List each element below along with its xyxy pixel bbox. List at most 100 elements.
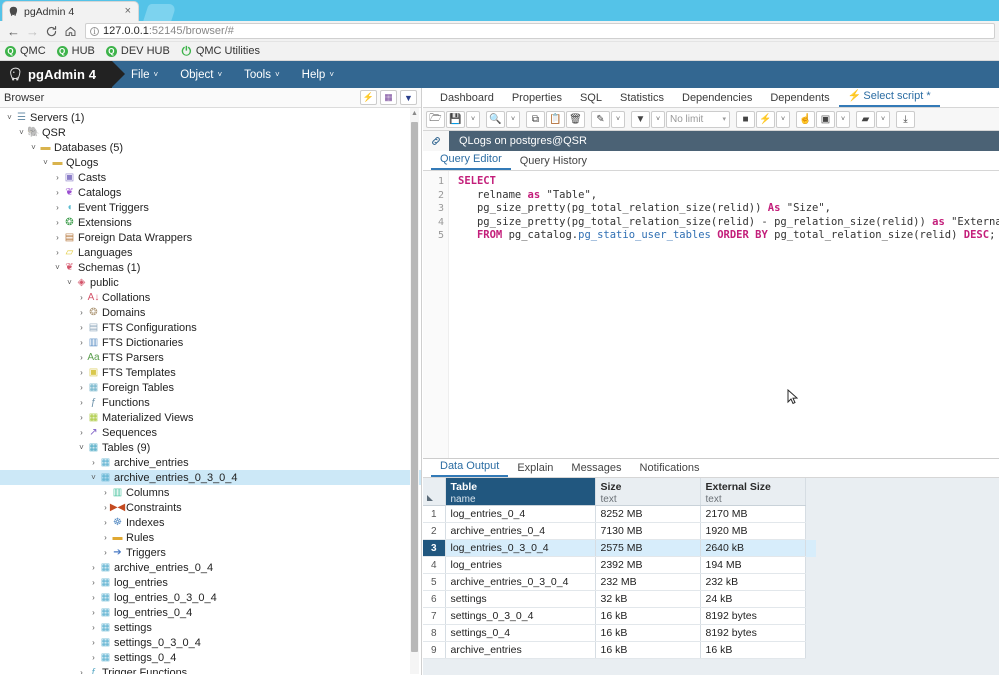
edit-button[interactable]: ✎ — [591, 111, 610, 128]
chevron-right-icon[interactable]: › — [88, 579, 99, 587]
execute-dropdown[interactable]: ˅ — [776, 111, 790, 128]
row-number-cell[interactable]: 6 — [423, 591, 445, 608]
chevron-right-icon[interactable]: › — [100, 519, 111, 527]
cell-table-name[interactable]: archive_entries_0_4 — [445, 523, 595, 540]
cell-external-size[interactable]: 8192 bytes — [700, 625, 805, 642]
menu-file[interactable]: File˅ — [120, 61, 169, 88]
tree-node-collations[interactable]: ›A↓Collations — [0, 290, 421, 305]
cell-table-name[interactable]: log_entries — [445, 557, 595, 574]
chevron-right-icon[interactable]: › — [52, 234, 63, 242]
tree-node-log-entries[interactable]: ›▦log_entries — [0, 575, 421, 590]
stop-button[interactable]: ■ — [736, 111, 755, 128]
edit-dropdown[interactable]: ˅ — [611, 111, 625, 128]
chevron-down-icon[interactable]: ˅ — [52, 264, 63, 272]
table-row[interactable]: 1log_entries_0_48252 MB2170 MB — [423, 506, 816, 523]
chevron-right-icon[interactable]: › — [100, 534, 111, 542]
execute-button[interactable]: ⚡ — [756, 111, 775, 128]
cell-external-size[interactable]: 24 kB — [700, 591, 805, 608]
cell-external-size[interactable]: 16 kB — [700, 642, 805, 659]
line-code[interactable]: relname as "Table", — [449, 189, 597, 203]
output-tab-data-output[interactable]: Data Output — [431, 460, 508, 477]
column-header-size[interactable]: Size text — [595, 478, 700, 506]
output-tab-explain[interactable]: Explain — [508, 462, 562, 477]
tab-select-script[interactable]: ⚡Select script * — [839, 89, 940, 107]
browser-tab-pgadmin[interactable]: pgAdmin 4 × — [2, 1, 139, 21]
cell-table-name[interactable]: settings_0_4 — [445, 625, 595, 642]
explain-button[interactable]: ☝ — [796, 111, 815, 128]
cell-size[interactable]: 7130 MB — [595, 523, 700, 540]
tree-node-materialized-views[interactable]: ›▦Materialized Views — [0, 410, 421, 425]
cell-size[interactable]: 32 kB — [595, 591, 700, 608]
chevron-right-icon[interactable]: › — [52, 219, 63, 227]
column-header-external-size[interactable]: External Size text — [700, 478, 805, 506]
browser-tab-close-icon[interactable]: × — [122, 6, 134, 17]
tree-node-fts-configurations[interactable]: ›▤FTS Configurations — [0, 320, 421, 335]
open-file-button[interactable]: 🗁 — [426, 111, 445, 128]
tree-node-fts-templates[interactable]: ›▣FTS Templates — [0, 365, 421, 380]
tree-node-log-entries-0-4[interactable]: ›▦log_entries_0_4 — [0, 605, 421, 620]
tree-node-columns[interactable]: ›▥Columns — [0, 485, 421, 500]
chevron-right-icon[interactable]: › — [88, 609, 99, 617]
row-number-cell[interactable]: 4 — [423, 557, 445, 574]
tree-node-constraints[interactable]: ›▶◀Constraints — [0, 500, 421, 515]
tree-node-databases-5[interactable]: ˅▬Databases (5) — [0, 140, 421, 155]
chevron-right-icon[interactable]: › — [76, 429, 87, 437]
chevron-down-icon[interactable]: ˅ — [4, 114, 15, 122]
chevron-right-icon[interactable]: › — [76, 669, 87, 675]
filter-button[interactable]: ▼ — [400, 90, 417, 105]
cell-table-name[interactable]: archive_entries — [445, 642, 595, 659]
filter-button[interactable]: ▼ — [631, 111, 650, 128]
forward-icon[interactable]: → — [23, 22, 42, 41]
table-row[interactable]: 7settings_0_3_0_416 kB8192 bytes — [423, 608, 816, 625]
chevron-right-icon[interactable]: › — [100, 489, 111, 497]
tree-node-casts[interactable]: ›▣Casts — [0, 170, 421, 185]
cell-size[interactable]: 232 MB — [595, 574, 700, 591]
row-number-cell[interactable]: 1 — [423, 506, 445, 523]
tree-node-sequences[interactable]: ›↗Sequences — [0, 425, 421, 440]
clear-button[interactable]: ▰ — [856, 111, 875, 128]
subtab-query-editor[interactable]: Query Editor — [431, 153, 511, 170]
bookmark-dev-hub[interactable]: Q DEV HUB — [106, 45, 170, 57]
find-button[interactable]: 🔍 — [486, 111, 505, 128]
tree-node-servers-1[interactable]: ˅☰Servers (1) — [0, 110, 421, 125]
tab-dependencies[interactable]: Dependencies — [673, 92, 761, 107]
filter-dropdown[interactable]: ˅ — [651, 111, 665, 128]
bookmark-qmc-utilities[interactable]: ⏻ QMC Utilities — [181, 45, 260, 57]
cell-size[interactable]: 16 kB — [595, 608, 700, 625]
cell-external-size[interactable]: 8192 bytes — [700, 608, 805, 625]
chevron-right-icon[interactable]: › — [52, 189, 63, 197]
tree-node-foreign-data-wrappers[interactable]: ›▤Foreign Data Wrappers — [0, 230, 421, 245]
address-bar[interactable]: i 127.0.0.1:52145/browser/# — [85, 23, 995, 39]
chevron-right-icon[interactable]: › — [52, 249, 63, 257]
table-row[interactable]: 8settings_0_416 kB8192 bytes — [423, 625, 816, 642]
back-icon[interactable]: ← — [4, 22, 23, 41]
bookmark-qmc[interactable]: Q QMC — [5, 45, 46, 57]
cell-table-name[interactable]: log_entries_0_4 — [445, 506, 595, 523]
cell-table-name[interactable]: log_entries_0_3_0_4 — [445, 540, 595, 557]
tree-node-languages[interactable]: ›▱Languages — [0, 245, 421, 260]
chevron-right-icon[interactable]: › — [88, 639, 99, 647]
output-tab-messages[interactable]: Messages — [562, 462, 630, 477]
chevron-right-icon[interactable]: › — [76, 339, 87, 347]
object-tree[interactable]: ▲ ˅☰Servers (1)˅🐘QSR˅▬Databases (5)˅▬QLo… — [0, 108, 421, 674]
cell-size[interactable]: 16 kB — [595, 642, 700, 659]
row-number-cell[interactable]: 9 — [423, 642, 445, 659]
tree-node-settings-0-4[interactable]: ›▦settings_0_4 — [0, 650, 421, 665]
tree-scroll-thumb[interactable] — [411, 122, 418, 652]
tree-node-event-triggers[interactable]: ›◖Event Triggers — [0, 200, 421, 215]
tree-node-functions[interactable]: ›ƒFunctions — [0, 395, 421, 410]
tab-sql[interactable]: SQL — [571, 92, 611, 107]
chevron-down-icon[interactable]: ˅ — [40, 159, 51, 167]
new-tab-button[interactable] — [143, 4, 177, 21]
cell-size[interactable]: 2575 MB — [595, 540, 700, 557]
cell-external-size[interactable]: 232 kB — [700, 574, 805, 591]
table-row[interactable]: 2archive_entries_0_47130 MB1920 MB — [423, 523, 816, 540]
tab-statistics[interactable]: Statistics — [611, 92, 673, 107]
cell-external-size[interactable]: 1920 MB — [700, 523, 805, 540]
tab-dashboard[interactable]: Dashboard — [431, 92, 503, 107]
tree-node-fts-parsers[interactable]: ›AaFTS Parsers — [0, 350, 421, 365]
tree-node-qsr[interactable]: ˅🐘QSR — [0, 125, 421, 140]
line-code[interactable]: SELECT — [449, 175, 496, 189]
cell-table-name[interactable]: settings_0_3_0_4 — [445, 608, 595, 625]
chevron-right-icon[interactable]: › — [88, 624, 99, 632]
